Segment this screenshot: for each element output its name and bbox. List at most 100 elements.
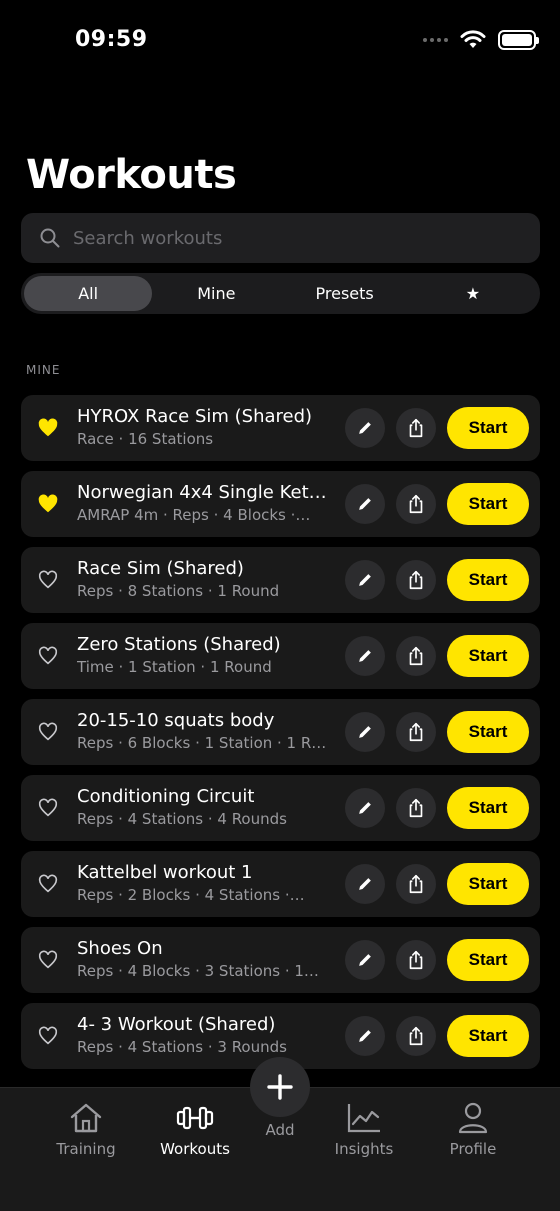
workout-title: Shoes On (77, 938, 163, 959)
workout-title: Race Sim (Shared) (77, 558, 244, 579)
page-title: Workouts (26, 152, 237, 198)
heart-filled-icon[interactable] (37, 493, 59, 515)
workout-title: Norwegian 4x4 Single Ket… (77, 482, 327, 503)
edit-button[interactable] (345, 940, 385, 980)
line-chart-icon (347, 1104, 380, 1133)
share-icon (405, 721, 427, 743)
status-bar: 09:59 (0, 0, 560, 84)
status-time: 09:59 (75, 27, 148, 52)
share-icon (405, 417, 427, 439)
start-button[interactable]: Start (447, 407, 529, 449)
house-icon (70, 1103, 102, 1133)
add-workout-button[interactable] (250, 1057, 310, 1117)
workout-list: HYROX Race Sim (Shared) Race · 16 Station… (21, 395, 540, 1079)
workout-title: Zero Stations (Shared) (77, 634, 281, 655)
workout-subtitle: Reps · 6 Blocks · 1 Station · 1 R… (77, 734, 327, 752)
start-button[interactable]: Start (447, 787, 529, 829)
search-icon (40, 228, 60, 248)
status-icons (423, 30, 539, 50)
workout-subtitle: Reps · 4 Stations · 4 Rounds (77, 810, 287, 828)
start-button[interactable]: Start (447, 559, 529, 601)
tab-training[interactable]: Training (36, 1102, 136, 1158)
share-button[interactable] (396, 940, 436, 980)
heart-outline-icon[interactable] (37, 873, 59, 895)
edit-button[interactable] (345, 408, 385, 448)
filter-segmented-control: All Mine Presets ★ (21, 273, 540, 314)
start-button[interactable]: Start (447, 711, 529, 753)
workout-text: Kattelbel workout 1 Reps · 2 Blocks · 4 S… (77, 861, 337, 905)
workout-row[interactable]: Race Sim (Shared) Reps · 8 Stations · 1 R… (21, 547, 540, 613)
share-button[interactable] (396, 636, 436, 676)
tab-workouts[interactable]: Workouts (145, 1102, 245, 1158)
pencil-icon (355, 494, 375, 514)
workout-title: 20-15-10 squats body (77, 710, 275, 731)
search-bar[interactable] (21, 213, 540, 263)
edit-button[interactable] (345, 788, 385, 828)
heart-outline-icon[interactable] (37, 797, 59, 819)
plus-icon (267, 1074, 293, 1100)
share-button[interactable] (396, 408, 436, 448)
edit-button[interactable] (345, 484, 385, 524)
start-button[interactable]: Start (447, 483, 529, 525)
search-input[interactable] (73, 227, 513, 249)
segment-presets[interactable]: Presets (281, 276, 409, 311)
share-icon (405, 797, 427, 819)
share-button[interactable] (396, 864, 436, 904)
workout-row[interactable]: Zero Stations (Shared) Time · 1 Station ·… (21, 623, 540, 689)
share-button[interactable] (396, 788, 436, 828)
workout-row[interactable]: Kattelbel workout 1 Reps · 2 Blocks · 4 S… (21, 851, 540, 917)
workout-text: HYROX Race Sim (Shared) Race · 16 Station… (77, 405, 337, 449)
segment-mine[interactable]: Mine (152, 276, 280, 311)
start-button[interactable]: Start (447, 863, 529, 905)
workout-row[interactable]: Shoes On Reps · 4 Blocks · 3 Stations · 1… (21, 927, 540, 993)
share-icon (405, 645, 427, 667)
dumbbell-icon (176, 1106, 214, 1130)
edit-button[interactable] (345, 1016, 385, 1056)
share-button[interactable] (396, 712, 436, 752)
edit-button[interactable] (345, 636, 385, 676)
tab-training-label: Training (56, 1140, 116, 1158)
heart-outline-icon[interactable] (37, 645, 59, 667)
battery-icon (498, 30, 539, 50)
workout-subtitle: Reps · 4 Blocks · 3 Stations · 1… (77, 962, 319, 980)
pencil-icon (355, 1026, 375, 1046)
segment-favorites-star-icon[interactable]: ★ (409, 276, 537, 311)
workout-title: Kattelbel workout 1 (77, 862, 253, 883)
start-button[interactable]: Start (447, 635, 529, 677)
pencil-icon (355, 950, 375, 970)
share-button[interactable] (396, 484, 436, 524)
edit-button[interactable] (345, 712, 385, 752)
share-button[interactable] (396, 1016, 436, 1056)
share-button[interactable] (396, 560, 436, 600)
heart-outline-icon[interactable] (37, 721, 59, 743)
heart-outline-icon[interactable] (37, 1025, 59, 1047)
workout-text: Zero Stations (Shared) Time · 1 Station ·… (77, 633, 337, 677)
workout-row[interactable]: HYROX Race Sim (Shared) Race · 16 Station… (21, 395, 540, 461)
edit-button[interactable] (345, 560, 385, 600)
heart-filled-icon[interactable] (37, 417, 59, 439)
cellular-signal-icon (423, 38, 448, 42)
tab-insights-label: Insights (334, 1140, 394, 1158)
heart-outline-icon[interactable] (37, 569, 59, 591)
workout-text: Norwegian 4x4 Single Ket… AMRAP 4m · Reps… (77, 481, 337, 525)
workout-row[interactable]: Norwegian 4x4 Single Ket… AMRAP 4m · Reps… (21, 471, 540, 537)
start-button[interactable]: Start (447, 939, 529, 981)
edit-button[interactable] (345, 864, 385, 904)
workout-text: Race Sim (Shared) Reps · 8 Stations · 1 R… (77, 557, 337, 601)
section-header-mine: MINE (26, 363, 61, 377)
workout-title: Conditioning Circuit (77, 786, 255, 807)
tab-profile[interactable]: Profile (423, 1102, 523, 1158)
person-icon (458, 1102, 488, 1134)
segment-all[interactable]: All (24, 276, 153, 311)
share-icon (405, 569, 427, 591)
tab-insights[interactable]: Insights (314, 1102, 414, 1158)
workout-text: Conditioning Circuit Reps · 4 Stations · … (77, 785, 337, 829)
workout-row[interactable]: Conditioning Circuit Reps · 4 Stations · … (21, 775, 540, 841)
workout-text: 4- 3 Workout (Shared) Reps · 4 Stations ·… (77, 1013, 337, 1057)
start-button[interactable]: Start (447, 1015, 529, 1057)
workout-row[interactable]: 20-15-10 squats body Reps · 6 Blocks · 1 … (21, 699, 540, 765)
workout-title: 4- 3 Workout (Shared) (77, 1014, 276, 1035)
share-icon (405, 949, 427, 971)
heart-outline-icon[interactable] (37, 949, 59, 971)
pencil-icon (355, 722, 375, 742)
